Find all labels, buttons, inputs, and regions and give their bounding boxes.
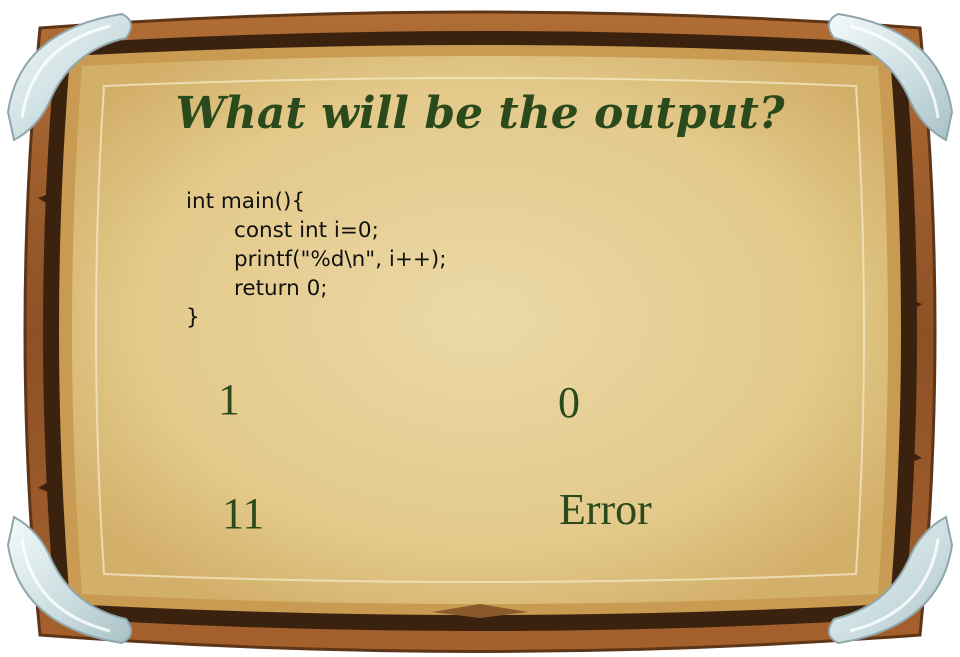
code-line: int main(){	[186, 189, 306, 214]
quiz-board: What will be the output? int main(){ con…	[0, 0, 960, 657]
answer-option-1[interactable]: 1	[210, 374, 248, 426]
code-line: return 0;	[234, 276, 328, 301]
question-title: What will be the output?	[175, 88, 785, 139]
answer-option-11[interactable]: 11	[214, 488, 272, 540]
answer-option-error[interactable]: Error	[551, 484, 660, 536]
code-line: const int i=0;	[234, 218, 379, 243]
answer-option-0[interactable]: 0	[550, 377, 588, 429]
code-snippet: int main(){ const int i=0; printf("%d\n"…	[186, 187, 447, 332]
code-line: printf("%d\n", i++);	[234, 247, 447, 272]
code-line: }	[186, 305, 200, 330]
